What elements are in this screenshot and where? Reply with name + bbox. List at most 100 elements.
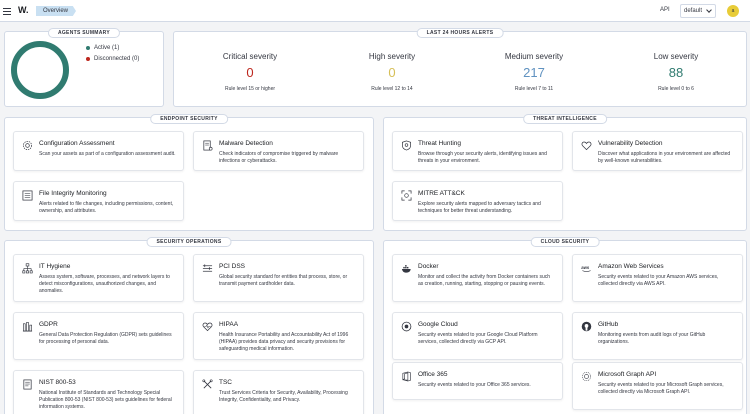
card-title: Microsoft Graph API (598, 371, 657, 378)
critical-severity[interactable]: Critical severity 0 Rule level 15 or hig… (190, 52, 310, 92)
avatar[interactable]: a (727, 5, 739, 17)
card-github[interactable]: GitHub Monitoring events from audit logs… (572, 312, 743, 360)
card-mitre-attack[interactable]: MITRE ATT&CK Explore security alerts map… (392, 181, 563, 221)
building-icon (22, 322, 33, 332)
card-description: Scan your assets as part of a configurat… (39, 151, 176, 157)
card-title: Amazon Web Services (598, 263, 664, 270)
chevron-down-icon (706, 7, 712, 13)
critical-severity-label: Critical severity (222, 52, 278, 61)
card-description: Security events related to your Amazon A… (598, 274, 719, 287)
alerts-title: LAST 24 HOURS ALERTS (416, 28, 504, 38)
high-severity-label: High severity (368, 52, 416, 61)
card-pci-dss[interactable]: PCI DSS Global security standard for ent… (193, 254, 364, 302)
card-file-integrity-monitoring[interactable]: File Integrity Monitoring Alerts related… (13, 181, 184, 221)
graph-api-icon (582, 372, 591, 381)
card-tsc[interactable]: TSC Trust Services Criteria for Security… (193, 370, 364, 414)
card-title: MITRE ATT&CK (418, 190, 465, 197)
docker-icon (401, 265, 411, 273)
file-list-icon (22, 190, 33, 201)
agents-summary-title: AGENTS SUMMARY (47, 28, 121, 38)
critical-severity-value[interactable]: 0 (190, 65, 310, 80)
card-amazon-web-services[interactable]: aws Amazon Web Services Security events … (572, 254, 743, 302)
gear-icon (23, 141, 32, 150)
high-severity-value[interactable]: 0 (332, 65, 452, 80)
tenant-value: default (684, 8, 703, 14)
low-severity-label: Low severity (653, 52, 699, 61)
security-operations-title: SECURITY OPERATIONS (146, 237, 232, 247)
card-vulnerability-detection[interactable]: Vulnerability Detection Discover what ap… (572, 131, 743, 171)
card-title: File Integrity Monitoring (39, 190, 107, 197)
card-description: Security events related to your Office 3… (418, 382, 531, 388)
card-description: General Data Protection Regulation (GDPR… (39, 332, 172, 345)
card-hipaa[interactable]: HIPAA Health Insurance Portability and A… (193, 312, 364, 360)
medium-severity-label: Medium severity (504, 52, 564, 61)
credit-card-icon (202, 264, 213, 272)
card-description: Security events related to your Google C… (418, 332, 538, 345)
agents-donut-chart[interactable] (11, 41, 69, 99)
critical-severity-rule: Rule level 15 or higher (224, 86, 276, 92)
card-title: Threat Hunting (418, 140, 461, 147)
office-icon (402, 371, 411, 382)
active-dot-icon (86, 46, 90, 50)
cloud-security-title: CLOUD SECURITY (530, 237, 600, 247)
card-description: Security events related to your Microsof… (598, 382, 724, 395)
legend-disconnected[interactable]: Disconnected (0) (86, 56, 139, 62)
card-description: Health Insurance Portability and Account… (219, 332, 349, 352)
card-description: Monitoring events from audit logs of you… (598, 332, 706, 345)
document-icon (23, 379, 32, 390)
document-alert-icon (203, 140, 213, 151)
low-severity[interactable]: Low severity 88 Rule level 0 to 6 (616, 52, 736, 92)
card-description: Assess system, software, processes, and … (39, 274, 170, 294)
api-link[interactable]: API (660, 7, 670, 13)
threat-intelligence-title: THREAT INTELLIGENCE (523, 114, 607, 124)
card-google-cloud[interactable]: Google Cloud Security events related to … (392, 312, 563, 360)
card-title: PCI DSS (219, 263, 246, 270)
card-threat-hunting[interactable]: Threat Hunting Browse through your secur… (392, 131, 563, 171)
menu-icon[interactable] (3, 5, 13, 17)
svg-text:aws: aws (581, 265, 590, 270)
card-title: Google Cloud (418, 321, 458, 328)
medium-severity[interactable]: Medium severity 217 Rule level 7 to 11 (474, 52, 594, 92)
card-it-hygiene[interactable]: IT Hygiene Assess system, software, proc… (13, 254, 184, 302)
medium-severity-value[interactable]: 217 (474, 65, 594, 80)
card-title: Office 365 (418, 371, 448, 378)
card-configuration-assessment[interactable]: Configuration Assessment Scan your asset… (13, 131, 184, 171)
card-microsoft-graph-api[interactable]: Microsoft Graph API Security events rela… (572, 362, 743, 410)
tools-icon (202, 379, 213, 389)
heart-pulse-icon (202, 322, 213, 332)
card-description: National Institute of Standards and Tech… (39, 390, 172, 410)
card-gdpr[interactable]: GDPR General Data Protection Regulation … (13, 312, 184, 360)
low-severity-rule: Rule level 0 to 6 (658, 86, 694, 92)
card-description: Trust Services Criteria for Security, Av… (219, 390, 348, 403)
aws-icon: aws (581, 265, 591, 272)
card-title: TSC (219, 379, 232, 386)
card-nist-800-53[interactable]: NIST 800-53 National Institute of Standa… (13, 370, 184, 414)
card-title: GDPR (39, 321, 58, 328)
legend-disconnected-label: Disconnected (0) (94, 56, 140, 62)
card-title: Configuration Assessment (39, 140, 115, 147)
app-logo[interactable]: W. (18, 5, 29, 15)
high-severity[interactable]: High severity 0 Rule level 12 to 14 (332, 52, 452, 92)
top-bar: W. Overview API default a (0, 0, 750, 22)
google-cloud-icon (401, 321, 412, 332)
card-malware-detection[interactable]: Malware Detection Check indicators of co… (193, 131, 364, 171)
endpoint-security-title: ENDPOINT SECURITY (150, 114, 228, 124)
breadcrumb-overview[interactable]: Overview (36, 6, 76, 16)
card-title: IT Hygiene (39, 263, 71, 270)
card-title: Vulnerability Detection (598, 140, 663, 147)
legend-active-label: Active (1) (94, 45, 120, 51)
tenant-selector[interactable]: default (680, 4, 716, 18)
github-icon (581, 321, 592, 332)
card-office-365[interactable]: Office 365 Security events related to yo… (392, 362, 563, 400)
card-description: Explore security alerts mapped to advers… (418, 201, 541, 214)
card-title: HIPAA (219, 321, 239, 328)
card-docker[interactable]: Docker Monitor and collect the activity … (392, 254, 563, 302)
card-description: Monitor and collect the activity from Do… (418, 274, 550, 287)
disconnected-dot-icon (86, 57, 90, 61)
card-description: Browse through your security alerts, ide… (418, 151, 547, 164)
low-severity-value[interactable]: 88 (616, 65, 736, 80)
card-title: GitHub (598, 321, 619, 328)
legend-active[interactable]: Active (1) (86, 45, 119, 51)
medium-severity-rule: Rule level 7 to 11 (514, 86, 554, 92)
card-description: Check indicators of compromise triggered… (219, 151, 339, 164)
